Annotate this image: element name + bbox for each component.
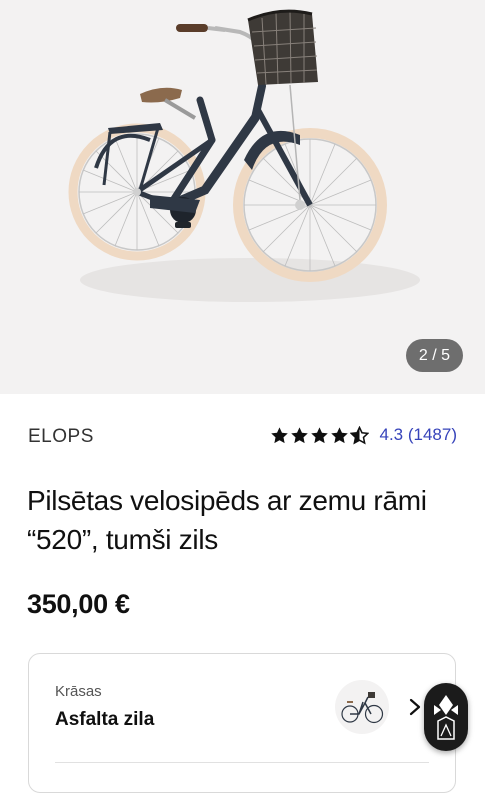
product-image-gallery[interactable]: 2 / 5 (0, 0, 485, 394)
color-selector[interactable]: Krāsas Asfalta zila (28, 653, 456, 793)
product-title: Pilsētas velosipēds ar zemu rāmi “520”, … (27, 485, 427, 555)
image-page-counter: 2 / 5 (406, 339, 463, 372)
rating-score-count: 4.3 (1487) (379, 425, 458, 444)
bike-image (68, 9, 420, 302)
star-full-icon (290, 426, 308, 443)
product-price: 350,00 € (27, 589, 130, 619)
color-selector-label: Krāsas (55, 683, 102, 700)
floating-assistant-button[interactable] (424, 683, 468, 751)
color-thumbnail (335, 680, 389, 734)
star-full-icon (270, 426, 288, 443)
star-full-icon (330, 426, 348, 443)
selected-color-name: Asfalta zila (55, 709, 155, 730)
card-divider (55, 762, 429, 763)
rating-stars (270, 425, 370, 445)
chevron-right-icon[interactable] (408, 698, 422, 716)
product-rating[interactable]: 4.3 (1487) (270, 425, 458, 445)
assistant-logo-icon (434, 695, 458, 740)
star-full-icon (310, 426, 328, 443)
star-half-icon (349, 425, 369, 445)
brand-name[interactable]: ELOPS (28, 426, 94, 448)
